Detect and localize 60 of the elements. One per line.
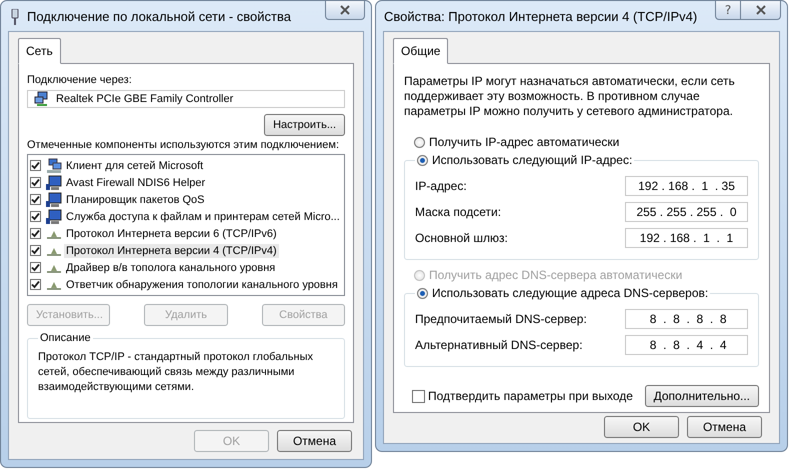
close-icon <box>339 5 351 15</box>
radio-button[interactable] <box>414 136 425 148</box>
checkbox[interactable] <box>30 177 41 188</box>
network-plug-icon <box>9 9 21 25</box>
computer-icon <box>46 208 62 224</box>
radio-label[interactable]: Использовать следующие адреса DNS-серверов: <box>432 286 708 300</box>
dialog-button[interactable]: Отмена <box>687 416 762 438</box>
window-title: Свойства: Протокол Интернета версии 4 (TCP/IPv4) <box>384 8 698 24</box>
intro-text: Параметры IP могут назначаться автоматически, если сеть поддерживает эту возможность. В противном случае параметры IP можно получить у сетевого администратора. <box>404 74 736 119</box>
adapter-name: Realtek PCIe GBE Family Controller <box>56 93 234 105</box>
close-icon <box>754 5 766 15</box>
radio-button[interactable] <box>417 288 428 298</box>
group-title: Описание <box>39 332 92 344</box>
ip-address-field[interactable]: 192 . 168 . 1 . 35 <box>625 176 748 196</box>
checkbox[interactable] <box>30 245 41 256</box>
list-item[interactable]: Avast Firewall NDIS6 Helper <box>64 176 208 190</box>
ip-address-field[interactable]: 255 . 255 . 255 . 0 <box>625 202 748 222</box>
ip-address-field[interactable]: 8 . 8 . 4 . 4 <box>625 335 748 355</box>
close-button[interactable] <box>741 1 781 20</box>
ip-address-field[interactable]: 8 . 8 . 8 . 8 <box>625 309 748 329</box>
checkbox[interactable] <box>30 279 41 290</box>
field-label: Альтернативный DNS-сервер: <box>415 338 583 352</box>
list-item[interactable]: Драйвер в/в тополога канального уровня <box>64 260 278 274</box>
checkbox[interactable] <box>412 390 425 402</box>
window-title: Подключение по локальной сети - свойства <box>27 8 292 24</box>
field-label: Маска подсети: <box>415 205 502 219</box>
field-label: IP-адрес: <box>415 179 467 193</box>
checkbox[interactable] <box>30 160 41 171</box>
checkbox[interactable] <box>30 228 41 239</box>
list-item[interactable]: Планировщик пакетов QoS <box>64 192 207 206</box>
checkbox[interactable] <box>30 194 41 205</box>
radio-label[interactable]: Использовать следующий IP-адрес: <box>432 153 632 167</box>
network-client-icon <box>46 158 62 174</box>
computer-icon <box>46 174 62 190</box>
dialog-button[interactable]: OK <box>604 416 679 438</box>
help-button[interactable]: ? <box>715 1 741 20</box>
checkbox[interactable] <box>30 262 41 273</box>
tab[interactable]: Сеть <box>18 38 61 64</box>
close-button[interactable] <box>325 1 365 20</box>
computer-icon <box>46 192 62 208</box>
description-text: Протокол TCP/IP - стандартный протокол глобальных сетей, обеспечивающий связь между различными взаимодействующими сетями. <box>38 350 314 395</box>
radio-button[interactable] <box>417 154 428 166</box>
checkbox[interactable] <box>30 211 41 222</box>
tab[interactable]: Общие <box>393 38 448 64</box>
list-item[interactable]: Протокол Интернета версии 4 (TCP/IPv4) <box>64 244 279 258</box>
field-label: Подключение через: <box>27 74 133 86</box>
ip-address-field[interactable]: 192 . 168 . 1 . 1 <box>625 228 748 248</box>
list-item[interactable]: Ответчик обнаружения топологии канального уровня <box>64 278 340 292</box>
list-item[interactable]: Клиент для сетей Microsoft <box>64 158 206 172</box>
list-caption: Отмеченные компоненты используются этим подключением: <box>27 139 340 151</box>
network-adapter-icon <box>34 91 50 107</box>
advanced-button[interactable]: Дополнительно... <box>644 385 759 407</box>
list-item[interactable]: Протокол Интернета версии 6 (TCP/IPv6) <box>64 226 279 240</box>
dialog-button[interactable]: Отмена <box>277 430 352 452</box>
configure-button[interactable]: Настроить... <box>264 114 345 136</box>
checkbox-label[interactable]: Подтвердить параметры при выходе <box>428 389 633 403</box>
field-label: Предпочитаемый DNS-сервер: <box>415 312 587 326</box>
radio-label[interactable]: Получить IP-адрес автоматически <box>429 135 620 149</box>
field-label: Основной шлюз: <box>415 231 508 245</box>
list-item[interactable]: Служба доступа к файлам и принтерам сетей Micro... <box>64 210 342 224</box>
